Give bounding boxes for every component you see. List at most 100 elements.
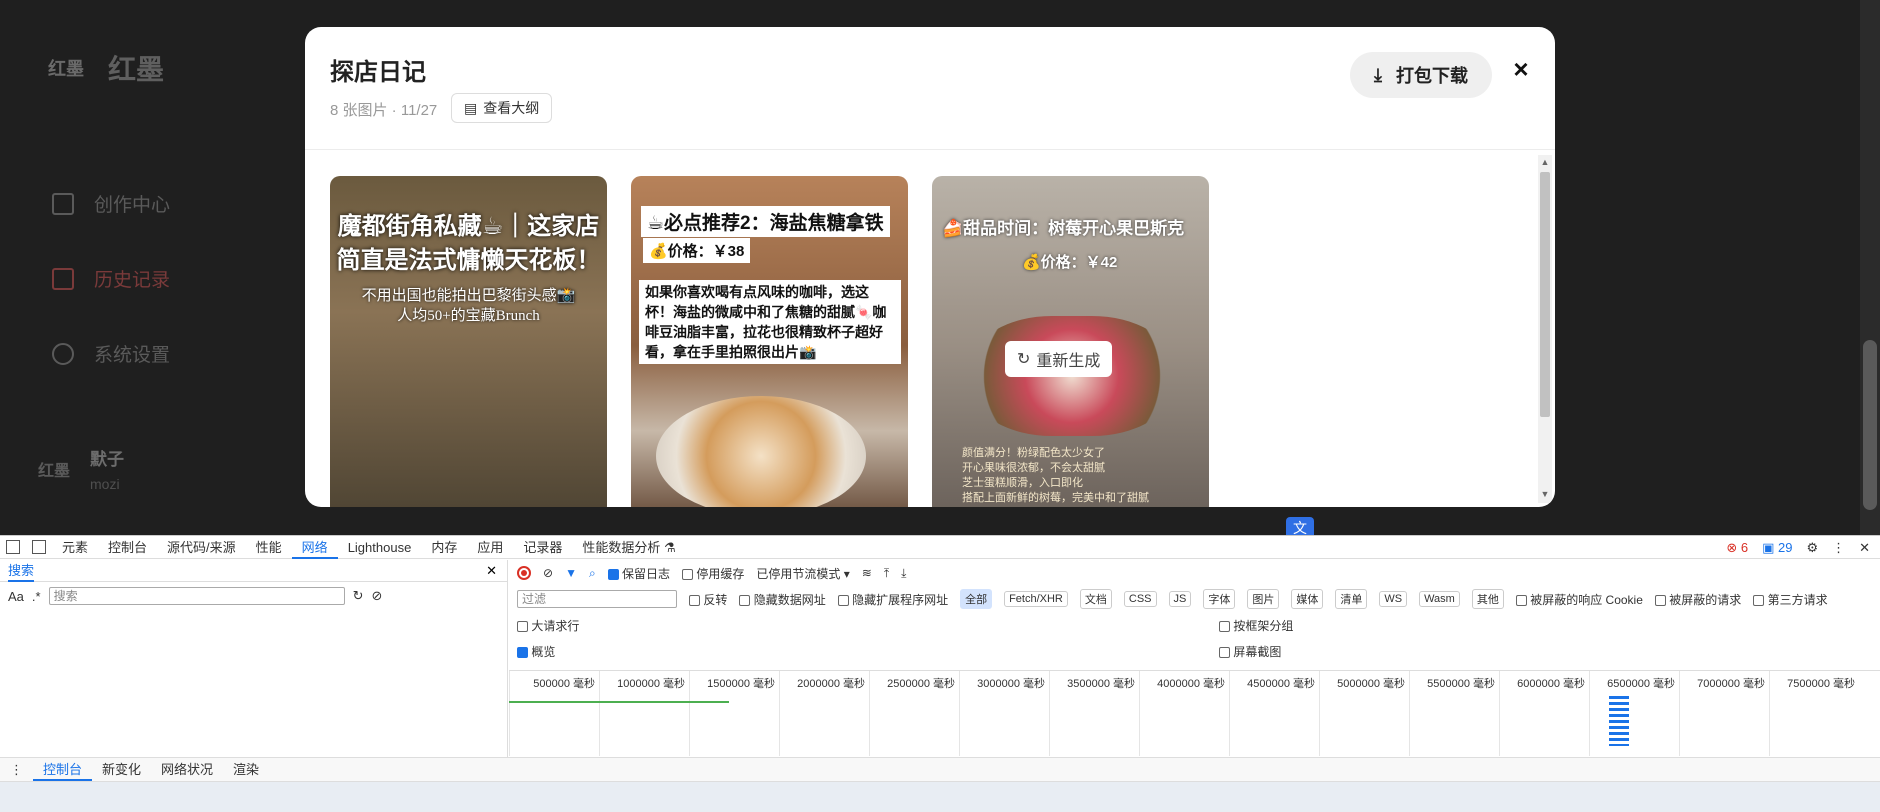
big-rows-checkbox[interactable]: 大请求行 — [517, 617, 1207, 634]
regenerate-button[interactable]: ↻ 重新生成 — [1005, 341, 1113, 377]
filter-type-js[interactable]: JS — [1168, 591, 1192, 607]
taskbar — [0, 781, 1880, 812]
checkbox-checked — [607, 568, 619, 580]
tab-elements[interactable]: 元素 — [52, 536, 98, 559]
match-case-toggle[interactable]: Aa — [8, 589, 24, 604]
close-icon[interactable]: × — [1507, 55, 1535, 83]
screenshots-checkbox[interactable]: 屏幕截图 — [1219, 643, 1281, 660]
page-scrollbar[interactable] — [1860, 0, 1880, 535]
third-party-checkbox[interactable]: 第三方请求 — [1753, 591, 1828, 608]
invert-checkbox[interactable]: 反转 — [689, 591, 727, 608]
record-icon[interactable] — [517, 566, 531, 580]
tab-recorder[interactable]: 记录器 — [513, 536, 572, 559]
device-toolbar-icon[interactable] — [32, 540, 46, 554]
gear-icon[interactable]: ⚙ — [1806, 540, 1818, 556]
filter-type-img[interactable]: 图片 — [1247, 589, 1280, 609]
filter-type-ws[interactable]: WS — [1379, 591, 1408, 607]
filter-type-wasm[interactable]: Wasm — [1419, 591, 1460, 607]
clear-icon[interactable]: ⊘ — [543, 566, 553, 580]
blocked-requests-checkbox[interactable]: 被屏蔽的请求 — [1654, 591, 1741, 608]
timeline-tick: 6500000 毫秒 — [1589, 671, 1679, 756]
filter-type-css[interactable]: CSS — [1123, 591, 1157, 607]
scroll-down-icon[interactable]: ▼ — [1540, 489, 1550, 499]
scrollbar-thumb[interactable] — [1540, 172, 1550, 417]
filter-type-doc[interactable]: 文档 — [1079, 589, 1112, 609]
filter-type-all[interactable]: 全部 — [960, 589, 993, 609]
wifi-icon[interactable]: ≋ — [862, 566, 872, 580]
disable-cache-checkbox[interactable]: 停用缓存 — [682, 565, 744, 582]
drawer-tab-rendering[interactable]: 渲染 — [223, 758, 269, 781]
tab-sources[interactable]: 源代码/来源 — [157, 536, 246, 559]
filter-type-fetch[interactable]: Fetch/XHR — [1004, 591, 1068, 607]
sidebar-item-settings[interactable]: 系统设置 — [52, 316, 170, 391]
group-by-frame-checkbox[interactable]: 按框架分组 — [1219, 617, 1293, 634]
sidebar-item-create[interactable]: 创作中心 — [52, 166, 170, 241]
scroll-up-icon[interactable]: ▲ — [1540, 157, 1550, 167]
checkbox — [1654, 594, 1666, 606]
preserve-log-checkbox[interactable]: 保留日志 — [607, 565, 670, 582]
checkbox-checked — [517, 646, 528, 658]
filter-type-media[interactable]: 媒体 — [1291, 589, 1324, 609]
tab-network[interactable]: 网络 — [291, 536, 338, 559]
download-all-button[interactable]: ⤓ 打包下载 — [1350, 52, 1492, 98]
search-input[interactable]: 搜索 — [48, 587, 345, 605]
refresh-icon: ↻ — [1017, 351, 1031, 368]
checkbox — [739, 594, 751, 606]
app-background: 红墨 红墨 创作中心 历史记录 系统设置 红墨 默子 mozi 探店日记 8 张图… — [0, 0, 1880, 539]
latte-image — [656, 396, 866, 507]
image-card[interactable]: ☕必点推荐2：海盐焦糖拿铁 💰价格：￥38 如果你喜欢喝有点风味的咖啡，选这杯！… — [631, 176, 908, 507]
refresh-icon[interactable]: ↻ — [353, 588, 364, 604]
more-icon[interactable]: ⋮ — [1832, 540, 1845, 556]
note-line: 芝士蛋糕顺滑，入口即化 — [962, 477, 1083, 489]
close-icon[interactable]: ✕ — [1859, 540, 1870, 556]
card-heading: 🍰甜品时间：树莓开心果巴斯克 — [942, 219, 1185, 238]
card-price: 💰价格：￥42 — [1022, 254, 1118, 271]
overview-checkbox[interactable]: 概览 — [517, 643, 1207, 660]
scrollbar-thumb[interactable] — [1863, 340, 1877, 510]
drawer-tab-console[interactable]: 控制台 — [33, 758, 93, 781]
sidebar-item-history[interactable]: 历史记录 — [52, 241, 170, 316]
view-outline-button[interactable]: ▤ 查看大纲 — [451, 93, 553, 123]
drawer-tab-whats-new[interactable]: 新变化 — [92, 758, 151, 781]
tab-console[interactable]: 控制台 — [98, 536, 157, 559]
tab-memory[interactable]: 内存 — [421, 536, 467, 559]
timeline-tick: 1000000 毫秒 — [599, 671, 689, 756]
message-count[interactable]: ▣ 29 — [1762, 540, 1792, 556]
tab-application[interactable]: 应用 — [467, 536, 513, 559]
timeline-tick: 4500000 毫秒 — [1229, 671, 1319, 756]
timeline-tick: 500000 毫秒 — [509, 671, 599, 756]
tab-lighthouse[interactable]: Lighthouse — [338, 536, 422, 559]
user-profile[interactable]: 红墨 默子 mozi — [38, 445, 124, 492]
filter-type-manifest[interactable]: 清单 — [1335, 589, 1368, 609]
checkbox-label: 隐藏数据网址 — [753, 592, 826, 607]
search-icon[interactable]: ⌕ — [589, 566, 596, 581]
more-icon[interactable]: ⋮ — [0, 758, 33, 781]
drawer-tab-network-conditions[interactable]: 网络状况 — [151, 758, 223, 781]
tab-performance[interactable]: 性能 — [246, 536, 292, 559]
close-icon[interactable]: ✕ — [486, 563, 497, 579]
download-icon[interactable]: ⤓ — [901, 566, 906, 581]
tab-performance-insights[interactable]: 性能数据分析 ⚗ — [572, 536, 685, 559]
network-overview-timeline[interactable]: 500000 毫秒 1000000 毫秒 1500000 毫秒 2000000 … — [509, 670, 1880, 756]
hide-data-urls-checkbox[interactable]: 隐藏数据网址 — [739, 591, 826, 608]
clear-icon[interactable]: ⊘ — [371, 588, 382, 604]
sidebar-item-label: 创作中心 — [94, 195, 171, 216]
filter-input[interactable]: 过滤 — [517, 590, 677, 608]
blocked-cookies-checkbox[interactable]: 被屏蔽的响应 Cookie — [1515, 591, 1643, 608]
filter-icon[interactable]: ▼ — [565, 566, 577, 580]
error-count[interactable]: ⊗ 6 — [1726, 540, 1748, 556]
image-card[interactable]: 魔都街角私藏☕｜这家店 简直是法式慵懒天花板！ 不用出国也能拍出巴黎街头感📸 人… — [330, 176, 607, 507]
regex-toggle[interactable]: .* — [32, 589, 41, 604]
hide-extension-urls-checkbox[interactable]: 隐藏扩展程序网址 — [837, 591, 948, 608]
tab-search[interactable]: 搜索 — [8, 560, 35, 582]
filter-type-other[interactable]: 其他 — [1471, 589, 1504, 609]
inspect-icon[interactable] — [6, 540, 20, 554]
options-row: 概览 屏幕截图 — [509, 638, 1880, 664]
devtools-status: ⊗ 6 ▣ 29 ⚙ ⋮ ✕ — [1726, 536, 1870, 559]
filter-type-font[interactable]: 字体 — [1203, 589, 1236, 609]
throttle-select[interactable]: 已停用节流模式 ▾ — [756, 565, 849, 582]
upload-icon[interactable]: ⤒ — [884, 566, 889, 581]
image-card[interactable]: 🍰甜品时间：树莓开心果巴斯克 💰价格：￥42 ↻ 重新生成 颜值满分！粉绿配色太少… — [932, 176, 1209, 507]
card-caption-line: 人均50+的宝藏Brunch — [397, 308, 540, 324]
timeline-tick: 6000000 毫秒 — [1499, 671, 1589, 756]
